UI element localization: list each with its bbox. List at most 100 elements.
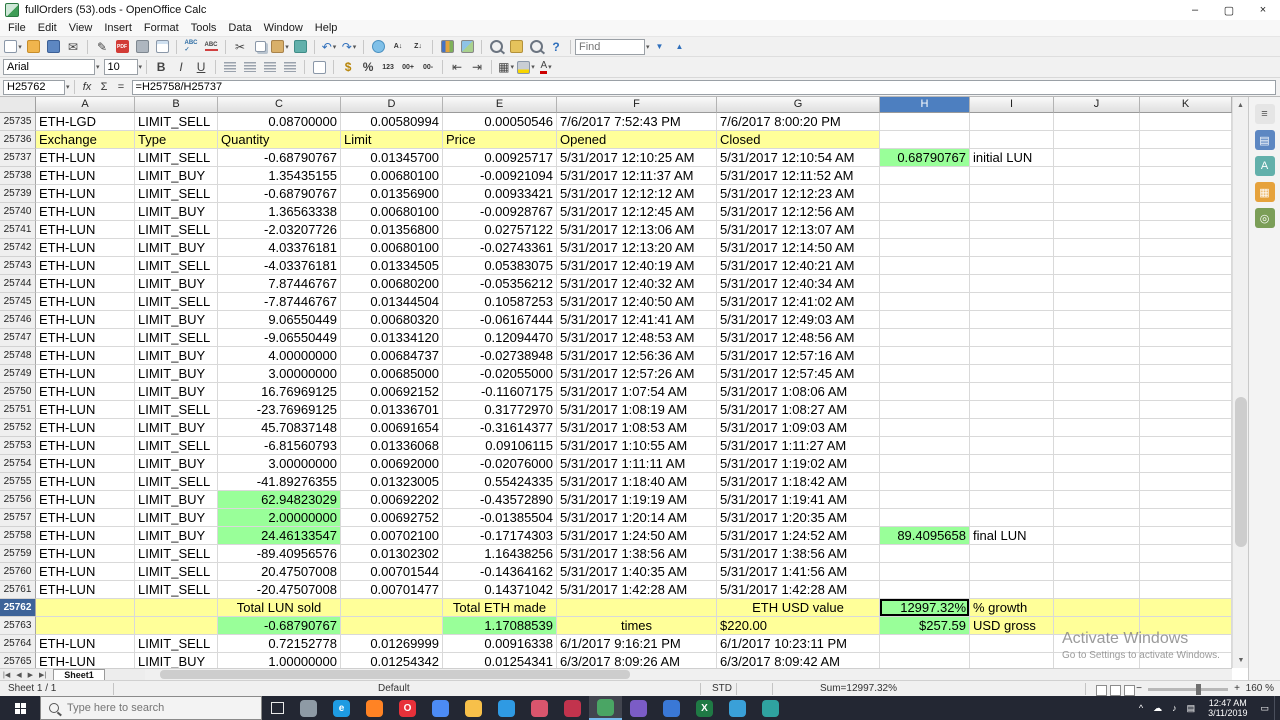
- cell-I25741[interactable]: [970, 221, 1054, 239]
- cell-G25751[interactable]: 5/31/2017 1:08:27 AM: [717, 401, 880, 419]
- cell-I25747[interactable]: [970, 329, 1054, 347]
- start-button[interactable]: [0, 696, 40, 720]
- format-paintbrush-icon[interactable]: [291, 38, 309, 56]
- spreadsheet-grid[interactable]: ABCDEFGHIJK 25735 ETH-LGD LIMIT_SELL 0.0870…: [0, 97, 1232, 668]
- cell-D25761[interactable]: 0.00701477: [341, 581, 443, 599]
- cell-D25764[interactable]: 0.01269999: [341, 635, 443, 653]
- cell-C25749[interactable]: 3.00000000: [218, 365, 341, 383]
- vertical-scrollbar[interactable]: ▲ ▼: [1232, 97, 1248, 668]
- taskbar-search[interactable]: [40, 696, 262, 720]
- cell-I25762[interactable]: % growth: [970, 599, 1054, 617]
- cell-J25757[interactable]: [1054, 509, 1140, 527]
- menu-file[interactable]: File: [2, 22, 32, 34]
- cell-K25744[interactable]: [1140, 275, 1232, 293]
- cell-H25751[interactable]: [880, 401, 970, 419]
- cell-G25736[interactable]: Closed: [717, 131, 880, 149]
- cell-I25759[interactable]: [970, 545, 1054, 563]
- cell-K25735[interactable]: [1140, 113, 1232, 131]
- row-header-25740[interactable]: 25740: [0, 203, 36, 221]
- cell-K25751[interactable]: [1140, 401, 1232, 419]
- cell-J25746[interactable]: [1054, 311, 1140, 329]
- cell-C25752[interactable]: 45.70837148: [218, 419, 341, 437]
- cell-C25745[interactable]: -7.87446767: [218, 293, 341, 311]
- cell-F25754[interactable]: 5/31/2017 1:11:11 AM: [557, 455, 717, 473]
- cell-C25744[interactable]: 7.87446767: [218, 275, 341, 293]
- cell-J25744[interactable]: [1054, 275, 1140, 293]
- menu-format[interactable]: Format: [138, 22, 185, 34]
- row-header-25764[interactable]: 25764: [0, 635, 36, 653]
- cell-G25763[interactable]: $220.00: [717, 617, 880, 635]
- cell-G25758[interactable]: 5/31/2017 1:24:52 AM: [717, 527, 880, 545]
- row-header-25763[interactable]: 25763: [0, 617, 36, 635]
- cell-C25748[interactable]: 4.00000000: [218, 347, 341, 365]
- cell-A25742[interactable]: ETH-LUN: [36, 239, 135, 257]
- cell-D25762[interactable]: [341, 599, 443, 617]
- cell-C25759[interactable]: -89.40956576: [218, 545, 341, 563]
- menu-help[interactable]: Help: [309, 22, 344, 34]
- cell-G25744[interactable]: 5/31/2017 12:40:34 AM: [717, 275, 880, 293]
- sidebar-navigator-icon[interactable]: ◎: [1254, 208, 1275, 228]
- vertical-scroll-thumb[interactable]: [1235, 397, 1247, 547]
- cell-H25735[interactable]: [880, 113, 970, 131]
- cell-H25749[interactable]: [880, 365, 970, 383]
- row-header-25737[interactable]: 25737: [0, 149, 36, 167]
- menu-view[interactable]: View: [63, 22, 99, 34]
- cell-B25735[interactable]: LIMIT_SELL: [135, 113, 218, 131]
- cell-H25743[interactable]: [880, 257, 970, 275]
- cell-D25757[interactable]: 0.00692752: [341, 509, 443, 527]
- cell-F25750[interactable]: 5/31/2017 1:07:54 AM: [557, 383, 717, 401]
- cell-H25759[interactable]: [880, 545, 970, 563]
- column-header-E[interactable]: E: [443, 97, 557, 113]
- page-style[interactable]: Default: [378, 681, 410, 697]
- find-input[interactable]: [575, 38, 645, 55]
- cell-F25756[interactable]: 5/31/2017 1:19:19 AM: [557, 491, 717, 509]
- taskbar-clock[interactable]: 12:47 AM 3/11/2019: [1208, 698, 1247, 718]
- row-header-25739[interactable]: 25739: [0, 185, 36, 203]
- cell-J25743[interactable]: [1054, 257, 1140, 275]
- cell-H25765[interactable]: [880, 653, 970, 668]
- cell-C25763[interactable]: -0.68790767: [218, 617, 341, 635]
- sidebar-gallery-icon[interactable]: ▦: [1254, 182, 1275, 202]
- cell-I25738[interactable]: [970, 167, 1054, 185]
- cell-J25753[interactable]: [1054, 437, 1140, 455]
- cell-D25751[interactable]: 0.01336701: [341, 401, 443, 419]
- cell-D25742[interactable]: 0.00680100: [341, 239, 443, 257]
- cell-B25739[interactable]: LIMIT_SELL: [135, 185, 218, 203]
- cell-A25749[interactable]: ETH-LUN: [36, 365, 135, 383]
- column-header-J[interactable]: J: [1054, 97, 1140, 113]
- row-header-25744[interactable]: 25744: [0, 275, 36, 293]
- cell-C25737[interactable]: -0.68790767: [218, 149, 341, 167]
- cell-I25756[interactable]: [970, 491, 1054, 509]
- cell-K25753[interactable]: [1140, 437, 1232, 455]
- cell-C25757[interactable]: 2.00000000: [218, 509, 341, 527]
- cell-I25754[interactable]: [970, 455, 1054, 473]
- cell-G25748[interactable]: 5/31/2017 12:57:16 AM: [717, 347, 880, 365]
- font-size-input[interactable]: [103, 59, 138, 75]
- cell-E25760[interactable]: -0.14364162: [443, 563, 557, 581]
- cell-J25755[interactable]: [1054, 473, 1140, 491]
- cell-D25745[interactable]: 0.01344504: [341, 293, 443, 311]
- row-header-25752[interactable]: 25752: [0, 419, 36, 437]
- cell-K25762[interactable]: [1140, 599, 1232, 617]
- cell-G25757[interactable]: 5/31/2017 1:20:35 AM: [717, 509, 880, 527]
- cell-I25761[interactable]: [970, 581, 1054, 599]
- cell-C25758[interactable]: 24.46133547: [218, 527, 341, 545]
- cell-F25752[interactable]: 5/31/2017 1:08:53 AM: [557, 419, 717, 437]
- cell-F25763[interactable]: times: [557, 617, 717, 635]
- cell-B25750[interactable]: LIMIT_BUY: [135, 383, 218, 401]
- cell-reference-box[interactable]: [3, 79, 65, 95]
- page-preview-icon[interactable]: [153, 38, 171, 56]
- cell-D25737[interactable]: 0.01345700: [341, 149, 443, 167]
- cell-I25742[interactable]: [970, 239, 1054, 257]
- cell-D25739[interactable]: 0.01356900: [341, 185, 443, 203]
- cell-F25745[interactable]: 5/31/2017 12:40:50 AM: [557, 293, 717, 311]
- cell-J25750[interactable]: [1054, 383, 1140, 401]
- chevron-up-icon[interactable]: ^: [1139, 703, 1143, 713]
- cell-C25740[interactable]: 1.36563338: [218, 203, 341, 221]
- cell-A25743[interactable]: ETH-LUN: [36, 257, 135, 275]
- cell-E25748[interactable]: -0.02738948: [443, 347, 557, 365]
- row-header-25753[interactable]: 25753: [0, 437, 36, 455]
- cell-G25759[interactable]: 5/31/2017 1:38:56 AM: [717, 545, 880, 563]
- cell-F25757[interactable]: 5/31/2017 1:20:14 AM: [557, 509, 717, 527]
- align-right-icon[interactable]: [261, 58, 279, 76]
